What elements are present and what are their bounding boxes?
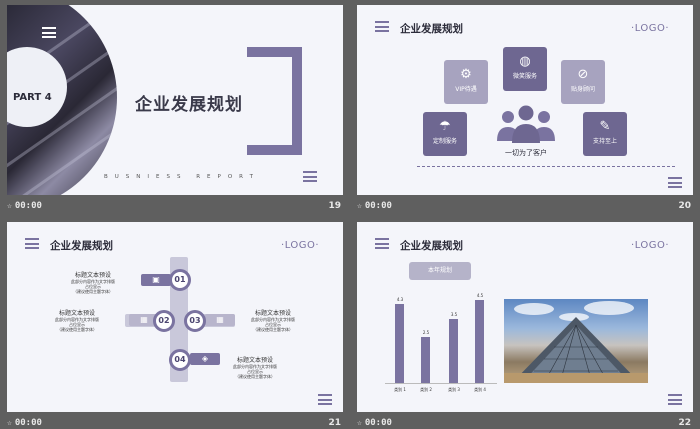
camera-icon: ▣ <box>152 275 160 284</box>
chart-bar <box>421 337 430 383</box>
center-caption: 一切为了客户 <box>505 149 547 157</box>
compass-icon: ⊘ <box>577 67 589 82</box>
step-01: 01 <box>169 269 191 291</box>
gear-icon: ⚙ <box>460 67 472 82</box>
step-03: 03 <box>184 310 206 332</box>
chart-axis <box>385 383 497 384</box>
menu-icon <box>318 394 332 405</box>
menu-icon <box>25 238 39 249</box>
text-block-04: 标题文本预设 此部分内容作为文字排版 占位显示 （建议使用主题字体） <box>233 357 277 379</box>
tile-vip: ⚙ VIP待遇 <box>444 60 488 104</box>
box-icon: ◈ <box>201 354 209 363</box>
star-icon: ☆ <box>7 418 12 427</box>
star-icon: ☆ <box>357 201 362 210</box>
slide-timing-19: ☆ 00:00 <box>7 201 42 211</box>
slide-timing-20: ☆ 00:00 <box>357 201 392 211</box>
step-02: 02 <box>153 310 175 332</box>
tile-consultant: ⊘ 贴身顾问 <box>561 60 605 104</box>
slide-number-20: 20 <box>678 201 691 211</box>
bar-category-label: 类别 2 <box>420 387 432 392</box>
grid-icon: ▦ <box>140 315 148 324</box>
slide-number-22: 22 <box>678 418 691 428</box>
bar-category-label: 类别 4 <box>474 387 486 392</box>
star-icon: ☆ <box>7 201 12 210</box>
bar-value-label: 2.5 <box>422 330 430 335</box>
menu-icon <box>42 27 56 38</box>
text-block-01: 标题文本预设 此部分内容作为文字排版 占位显示 （建议使用主题字体） <box>71 272 115 294</box>
slide-thumbnail-19[interactable]: PART 4 企业发展规划 BUSNIESS REPORT <box>7 5 343 195</box>
logo: ·LOGO· <box>631 23 670 34</box>
bar-category-label: 类别 3 <box>448 387 460 392</box>
chart-bar <box>449 318 458 383</box>
slide-thumbnail-21[interactable]: 企业发展规划 ·LOGO· ▣ ▦ ▦ ◈ 01 02 03 04 标题文本预设… <box>7 222 343 412</box>
bar-value-label: 3.5 <box>450 311 458 317</box>
slide-title: 企业发展规划 <box>400 240 463 252</box>
bracket-decoration <box>247 47 302 155</box>
logo: ·LOGO· <box>281 240 320 251</box>
slide-title: 企业发展规划 <box>50 240 113 252</box>
grid-icon: ▦ <box>216 315 224 324</box>
dropbox-pill: ◈ <box>190 353 220 365</box>
globe-icon: ◍ <box>519 54 531 69</box>
tile-smile-service: ◍ 微笑服务 <box>503 47 547 91</box>
slide-thumbnail-22[interactable]: 企业发展规划 ·LOGO· 本年规划 4.3 类别 1 2.5 类别 2 3.5 类别 3… <box>357 222 693 412</box>
chart-bar <box>395 303 404 383</box>
section-title: 企业发展规划 <box>135 95 243 115</box>
slide-number-21: 21 <box>328 418 341 428</box>
slide-number-19: 19 <box>328 201 341 211</box>
slide-timing-21: ☆ 00:00 <box>7 418 42 428</box>
slide-timing-22: ☆ 00:00 <box>357 418 392 428</box>
umbrella-icon: ☂ <box>439 119 451 134</box>
bar-value-label: 4.5 <box>476 293 484 299</box>
logo: ·LOGO· <box>631 240 670 251</box>
menu-icon <box>668 177 682 188</box>
chart-bar <box>475 300 484 383</box>
pen-icon: ✎ <box>599 119 611 134</box>
step-04: 04 <box>169 349 191 371</box>
subtitle: BUSNIESS REPORT <box>104 174 260 180</box>
menu-icon <box>375 238 389 249</box>
slide-title: 企业发展规划 <box>400 23 463 35</box>
bar-category-label: 类别 1 <box>394 387 406 392</box>
bar-value-label: 4.3 <box>396 296 404 302</box>
building-photo <box>504 299 648 383</box>
menu-icon <box>303 171 317 182</box>
part-label: PART 4 <box>13 92 52 103</box>
slide-thumbnail-20[interactable]: 企业发展规划 ·LOGO· ⚙ VIP待遇 ◍ 微笑服务 ⊘ 贴身顾问 ☂ 定制服务 ✎… <box>357 5 693 195</box>
camera-pill: ▣ <box>141 274 171 286</box>
star-icon: ☆ <box>357 418 362 427</box>
menu-icon <box>375 21 389 32</box>
menu-icon <box>668 394 682 405</box>
customers-icon <box>497 105 555 143</box>
text-block-02: 标题文本预设 此部分内容作为文字排版 占位显示 （建议使用主题字体） <box>55 310 99 332</box>
tile-support: ✎ 支持至上 <box>583 112 627 156</box>
tile-custom-service: ☂ 定制服务 <box>423 112 467 156</box>
dashed-divider <box>417 166 675 167</box>
text-block-03: 标题文本预设 此部分内容作为文字排版 占位显示 （建议使用主题字体） <box>251 310 295 332</box>
plan-tag: 本年规划 <box>409 262 471 280</box>
grid-pill-right: ▦ <box>205 314 235 326</box>
